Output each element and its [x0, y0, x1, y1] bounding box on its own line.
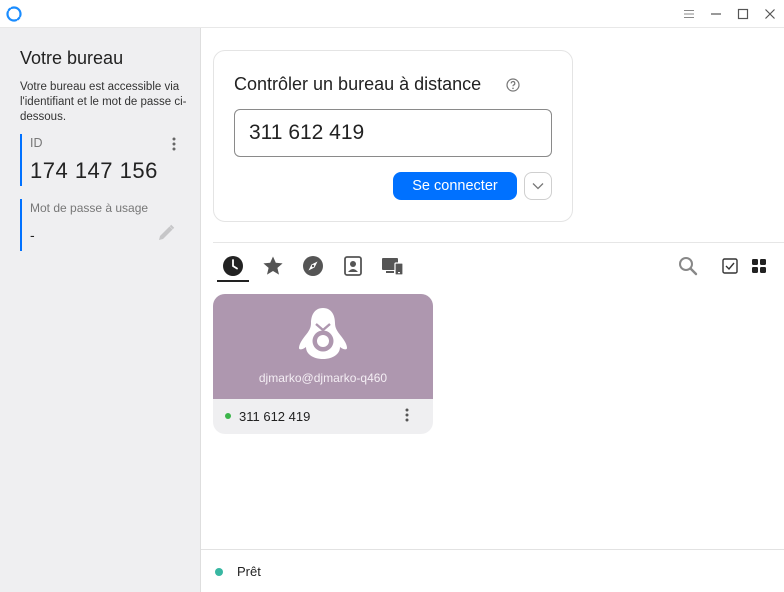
address-book-icon	[344, 256, 362, 276]
id-label: ID	[30, 136, 43, 150]
title-bar	[0, 0, 784, 28]
peer-username: djmarko@djmarko-q460	[258, 371, 388, 385]
linux-penguin-icon	[299, 308, 347, 359]
select-checkbox-icon[interactable]	[720, 256, 740, 276]
status-indicator	[215, 568, 223, 576]
sidebar: Votre bureau Votre bureau est accessible…	[0, 28, 201, 592]
remote-control-title: Contrôler un bureau à distance	[234, 74, 482, 94]
status-text: Prêt	[237, 564, 261, 579]
tab-recent[interactable]	[221, 254, 245, 278]
peer-card[interactable]: djmarko@djmarko-q460 311 612 419	[213, 294, 433, 434]
tab-discovered[interactable]	[301, 254, 325, 278]
divider	[213, 242, 784, 243]
connect-button[interactable]: Se connecter	[393, 172, 517, 200]
search-icon[interactable]	[678, 256, 698, 276]
connect-options-button[interactable]	[524, 172, 552, 200]
tab-group[interactable]	[381, 254, 405, 278]
grid-view-icon[interactable]	[749, 256, 769, 276]
password-label: Mot de passe à usage	[30, 201, 149, 215]
password-block: Mot de passe à usage -	[20, 199, 186, 251]
remote-id-input[interactable]	[234, 109, 552, 157]
chevron-down-icon	[532, 183, 544, 190]
peer-more-icon[interactable]	[399, 407, 415, 423]
tab-favorites[interactable]	[261, 254, 285, 278]
app-logo-icon	[6, 6, 22, 22]
id-value[interactable]: 174 147 156	[30, 158, 158, 184]
star-icon	[263, 256, 283, 275]
help-icon[interactable]	[506, 78, 520, 92]
password-value: -	[30, 227, 35, 243]
peer-online-indicator	[225, 413, 231, 419]
pencil-icon[interactable]	[156, 223, 176, 243]
id-block: ID 174 147 156	[20, 134, 186, 186]
menu-icon[interactable]	[681, 6, 697, 22]
compass-icon	[303, 256, 323, 276]
peer-thumbnail: djmarko@djmarko-q460	[213, 294, 433, 399]
active-tab-indicator	[217, 280, 249, 282]
sidebar-title: Votre bureau	[20, 48, 124, 68]
clock-icon	[223, 256, 243, 276]
maximize-icon[interactable]	[735, 6, 751, 22]
minimize-icon[interactable]	[708, 6, 724, 22]
remote-control-card: Contrôler un bureau à distance Se connec…	[213, 50, 573, 222]
status-bar: Prêt	[201, 549, 784, 592]
close-icon[interactable]	[762, 6, 778, 22]
id-more-icon[interactable]	[166, 136, 182, 152]
devices-icon	[382, 258, 404, 276]
sidebar-description: Votre bureau est accessible via l'identi…	[20, 81, 187, 123]
peer-id: 311 612 419	[239, 409, 311, 424]
tab-address-book[interactable]	[341, 254, 365, 278]
